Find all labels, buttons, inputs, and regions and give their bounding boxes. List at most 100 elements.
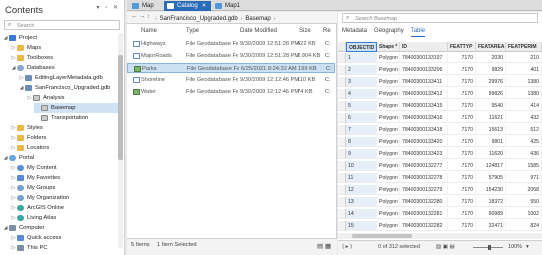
table-cell[interactable]: 29976 [476,77,506,87]
tree-editing-gdb[interactable]: ▷ EditingLayerMetadata.gdb [18,73,118,83]
tree-locators[interactable]: ▷ Locators [10,143,118,153]
expand-arrow-icon[interactable]: ▷ [26,95,33,101]
table-cell[interactable]: Polygon [377,173,400,183]
table-cell[interactable]: Polygon [377,197,400,207]
table-cell[interactable]: Polygon [377,101,400,111]
tree-my-favorites[interactable]: ▷ My Favorites [10,173,118,183]
expand-arrow-icon[interactable]: ▷ [10,205,17,211]
table-cell[interactable]: 6 [346,113,377,123]
table-row-header[interactable] [338,221,346,231]
tab-map[interactable]: Map [129,1,163,11]
expand-arrow-icon[interactable]: ◢ [18,85,25,91]
table-cell[interactable]: 78400300133423 [400,149,448,159]
table-cell[interactable]: 78400300133206 [400,65,448,75]
expand-arrow-icon[interactable]: ▷ [10,165,17,171]
tree-quick-access[interactable]: ▷ Quick access [10,233,118,243]
tree-transportation[interactable]: Transportation [34,113,118,123]
table-cell[interactable]: 7170 [448,101,476,111]
expand-arrow-icon[interactable]: ◢ [10,65,17,71]
breadcrumb-basemap[interactable]: Basemap [245,16,270,22]
table-row-header[interactable] [338,173,346,183]
expand-arrow-icon[interactable]: ▷ [10,175,17,181]
contents-scroll-thumb[interactable] [118,55,123,160]
table-row-header[interactable] [338,53,346,63]
table-nav-icons[interactable]: ⟨ ▸ ⟩ [342,244,352,250]
table-cell[interactable]: 15 [346,221,377,231]
table-cell[interactable]: 124817 [476,161,506,171]
table-cell[interactable]: 7170 [448,173,476,183]
tab-geography[interactable]: Geography [374,28,404,37]
table-tools-icons[interactable]: ▨ ▣ ▤ [436,244,455,250]
table-cell[interactable]: 550 [506,197,542,207]
table-cell[interactable]: 7170 [448,113,476,123]
column-header-date[interactable]: Date Modified [240,28,277,34]
table-cell[interactable]: 8 [346,137,377,147]
table-cell[interactable]: 7170 [448,77,476,87]
expand-arrow-icon[interactable]: ◢ [2,225,9,231]
table-cell[interactable]: 1585 [506,161,542,171]
table-row-header[interactable] [338,65,346,75]
table-cell[interactable]: Polygon [377,125,400,135]
table-cell[interactable]: 78400300133415 [400,101,448,111]
back-arrow-icon[interactable]: ← [131,13,138,20]
tree-toolboxes[interactable]: ▷ Toolboxes [10,53,118,63]
table-cell[interactable]: 78400300133412 [400,89,448,99]
table-cell[interactable]: 32471 [476,221,506,231]
expand-arrow-icon[interactable]: ▷ [10,135,17,141]
details-search-input[interactable]: ⌕ Search Basemap [342,13,538,23]
table-cell[interactable]: 78400300132281 [400,209,448,219]
table-cell[interactable]: 11 [346,173,377,183]
expand-arrow-icon[interactable]: ▷ [10,245,17,251]
view-toggle-icon[interactable]: ▤ ▦ [317,242,331,250]
catalog-row[interactable]: Water File Geodatabase Feat9/30/2009 12:1… [127,87,335,97]
table-cell[interactable]: Polygon [377,185,400,195]
table-cell[interactable]: 60989 [476,209,506,219]
table-cell[interactable]: 78400300133418 [400,125,448,135]
catalog-row[interactable]: Parks File Geodatabase Feat6/25/2021 8:24… [127,63,335,73]
up-arrow-icon[interactable]: ↑ [147,13,150,20]
table-cell[interactable]: Polygon [377,53,400,63]
table-cell[interactable]: Polygon [377,89,400,99]
zoom-slider-handle[interactable] [488,245,491,250]
table-cell[interactable]: 9 [346,149,377,159]
column-header-re[interactable]: Re [323,28,331,34]
table-cell[interactable]: 824 [506,221,542,231]
table-cell[interactable]: 18372 [476,197,506,207]
table-cell[interactable]: 425 [506,137,542,147]
table-cell[interactable]: 1 [346,53,377,63]
contents-search-input[interactable]: ⌕ Search [4,20,120,30]
table-cell[interactable]: 3 [346,77,377,87]
table-cell[interactable]: 78400300132279 [400,185,448,195]
table-cell[interactable]: 414 [506,101,542,111]
table-cell[interactable]: Polygon [377,209,400,219]
table-cell[interactable]: 7 [346,125,377,135]
table-row-header[interactable] [338,113,346,123]
table-cell[interactable]: 78400300132280 [400,197,448,207]
table-cell[interactable]: 1380 [506,77,542,87]
table-cell[interactable]: 78400300132278 [400,173,448,183]
tree-arcgis-online[interactable]: ▷ ArcGIS Online [10,203,118,213]
tree-databases[interactable]: ◢ Databases [10,63,118,73]
expand-arrow-icon[interactable]: ▷ [10,215,17,221]
expand-arrow-icon[interactable]: ▷ [10,185,17,191]
table-cell[interactable]: 7170 [448,65,476,75]
table-cell[interactable]: 99826 [476,89,506,99]
table-cell[interactable]: 7170 [448,89,476,99]
column-header-type[interactable]: Type [186,28,199,34]
tree-living-atlas[interactable]: ▷ Living Atlas [10,213,118,223]
table-cell[interactable]: 78400300133197 [400,53,448,63]
table-cell[interactable]: 15613 [476,125,506,135]
table-cell[interactable]: 512 [506,125,542,135]
tree-sf-gdb[interactable]: ◢ SanFrancisco_Upgraded.gdb [18,83,118,93]
table-cell[interactable]: Polygon [377,161,400,171]
table-cell[interactable]: 7170 [448,137,476,147]
catalog-row[interactable]: MajorRoads File Geodatabase Feat9/30/2009… [127,51,335,61]
table-cell[interactable]: 154230 [476,185,506,195]
table-cell[interactable]: 9540 [476,101,506,111]
table-column-header[interactable]: FEATPERIM [506,42,542,52]
expand-arrow-icon[interactable]: ◢ [2,155,9,161]
tree-analysis[interactable]: ▷ Analysis [26,93,118,103]
table-cell[interactable]: 1002 [506,209,542,219]
table-row-header[interactable] [338,209,346,219]
tree-this-pc[interactable]: ▷ This PC [10,243,118,253]
